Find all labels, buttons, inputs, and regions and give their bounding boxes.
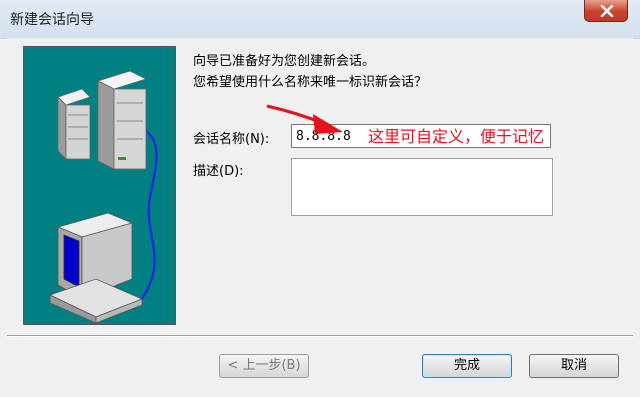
button-separator — [7, 335, 633, 337]
window-title: 新建会话向导 — [10, 12, 94, 28]
close-icon — [600, 5, 614, 17]
description-label: 描述(D): — [193, 164, 244, 179]
dialog-body: 向导已准备好为您创建新会话。 您希望使用什么名称来唯一标识新会话？ 会话名称(N… — [7, 38, 633, 397]
close-button[interactable] — [584, 0, 628, 22]
wizard-illustration — [23, 46, 176, 325]
session-name-label: 会话名称(N): — [193, 132, 270, 147]
annotation-arrow-icon — [266, 104, 343, 134]
wizard-message-line2: 您希望使用什么名称来唯一标识新会话？ — [193, 75, 428, 90]
title-bar: 新建会话向导 — [0, 0, 640, 39]
description-input[interactable] — [291, 158, 553, 216]
cancel-button[interactable]: 取消 — [529, 354, 619, 378]
network-computers-icon — [48, 70, 158, 324]
annotation-text: 这里可自定义，便于记忆 — [368, 127, 545, 146]
back-button[interactable]: < 上一步(B) — [219, 354, 309, 378]
finish-button[interactable]: 完成 — [422, 354, 512, 378]
wizard-message-line1: 向导已准备好为您创建新会话。 — [193, 54, 376, 69]
